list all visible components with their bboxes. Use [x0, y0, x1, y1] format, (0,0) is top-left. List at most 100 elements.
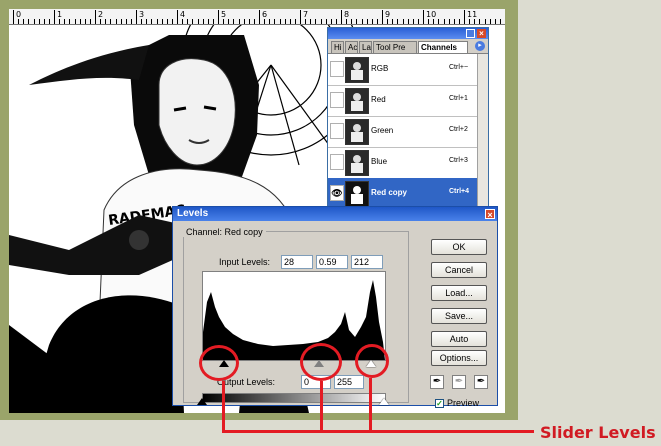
ruler-minor-tick: [192, 19, 194, 24]
visibility-eye-icon[interactable]: [330, 61, 344, 77]
tab-channels[interactable]: Channels: [418, 41, 468, 53]
input-white-field[interactable]: 212: [351, 255, 383, 269]
ruler-minor-tick: [371, 19, 373, 24]
levels-titlebar[interactable]: Levels ×: [173, 207, 497, 221]
ruler-minor-tick: [161, 19, 163, 24]
visibility-eye-icon[interactable]: [330, 123, 344, 139]
ruler-minor-tick: [105, 19, 107, 24]
ruler-minor-tick: [274, 19, 276, 24]
ruler-minor-tick: [100, 19, 102, 24]
ruler-minor-tick: [120, 19, 122, 24]
preview-checkbox[interactable]: ✓: [435, 399, 444, 408]
ruler-minor-tick: [489, 19, 491, 24]
document-frame: 0123456789101112 RADEMAC: [0, 0, 518, 420]
ruler-minor-tick: [269, 19, 271, 24]
ruler-minor-tick: [74, 19, 76, 24]
channel-thumbnail: [345, 181, 369, 207]
ruler-minor-tick: [325, 19, 327, 24]
ruler-minor-tick: [392, 19, 394, 24]
channels-panel-titlebar[interactable]: ×: [328, 28, 488, 39]
ruler-minor-tick: [89, 19, 91, 24]
tab-histogram[interactable]: Hi: [331, 41, 344, 53]
ruler-minor-tick: [433, 19, 435, 24]
white-eyedropper-icon[interactable]: ✒: [474, 375, 488, 389]
ruler-minor-tick: [33, 19, 35, 24]
ruler-minor-tick: [233, 19, 235, 24]
ruler-tick: [13, 10, 14, 24]
ruler-number: 5: [221, 10, 227, 19]
channel-name: Blue: [371, 157, 388, 166]
ruler-number: 0: [16, 10, 22, 19]
ruler-minor-tick: [361, 19, 363, 24]
tab-actions[interactable]: Ac: [345, 41, 358, 53]
ruler-minor-tick: [330, 19, 332, 24]
ruler-minor-tick: [310, 19, 312, 24]
close-icon[interactable]: ×: [485, 209, 495, 220]
ruler-minor-tick: [223, 19, 225, 24]
tab-tool-presets[interactable]: Tool Pre: [373, 41, 417, 53]
visibility-eye-icon[interactable]: [330, 154, 344, 170]
ruler-number: 11: [467, 10, 478, 19]
ruler-tick: [95, 10, 96, 24]
ruler-number: 9: [385, 10, 391, 19]
output-white-slider[interactable]: [379, 398, 389, 405]
ruler-minor-tick: [141, 19, 143, 24]
ruler-minor-tick: [43, 19, 45, 24]
ruler-minor-tick: [59, 19, 61, 24]
callout-line: [222, 430, 534, 433]
ok-button[interactable]: OK: [431, 239, 487, 255]
visibility-eye-icon[interactable]: 👁: [330, 185, 344, 201]
horizontal-ruler: 0123456789101112: [9, 9, 505, 25]
save-button[interactable]: Save...: [431, 308, 487, 324]
load-button[interactable]: Load...: [431, 285, 487, 301]
ruler-minor-tick: [351, 19, 353, 24]
ruler-minor-tick: [182, 19, 184, 24]
callout-line: [222, 381, 225, 433]
black-eyedropper-icon[interactable]: ✒: [430, 375, 444, 389]
channel-row-blue[interactable]: Blue Ctrl+3: [328, 147, 478, 179]
options-button[interactable]: Options...: [431, 350, 487, 366]
channel-select[interactable]: Red copy: [225, 227, 263, 237]
histogram-graph: [203, 280, 385, 360]
channel-list: RGB Ctrl+~ Red Ctrl+1 Green Ctrl+2 Blue …: [328, 54, 478, 211]
panel-tabs: Hi Ac La Tool Pre Channels ▸: [328, 39, 488, 54]
ruler-minor-tick: [212, 19, 214, 24]
ruler-minor-tick: [166, 19, 168, 24]
output-gradient-bar: [202, 393, 386, 403]
output-black-slider[interactable]: [197, 398, 207, 405]
input-black-field[interactable]: 28: [281, 255, 313, 269]
channel-row-red[interactable]: Red Ctrl+1: [328, 85, 478, 117]
cancel-button[interactable]: Cancel: [431, 262, 487, 278]
callout-line: [320, 381, 323, 433]
minimize-icon[interactable]: [466, 29, 475, 38]
close-icon[interactable]: ×: [477, 29, 486, 38]
ruler-tick: [54, 10, 55, 24]
ruler-minor-tick: [484, 19, 486, 24]
ruler-minor-tick: [479, 19, 481, 24]
visibility-eye-icon[interactable]: [330, 92, 344, 108]
ruler-tick: [259, 10, 260, 24]
channel-row-green[interactable]: Green Ctrl+2: [328, 116, 478, 148]
ruler-minor-tick: [146, 19, 148, 24]
ruler-minor-tick: [366, 19, 368, 24]
ruler-minor-tick: [402, 19, 404, 24]
ruler-tick: [464, 10, 465, 24]
auto-button[interactable]: Auto: [431, 331, 487, 347]
channel-thumbnail: [345, 57, 369, 83]
ruler-minor-tick: [346, 19, 348, 24]
dialog-title: Levels: [177, 208, 209, 219]
ruler-minor-tick: [69, 19, 71, 24]
gray-eyedropper-icon[interactable]: ✒: [452, 375, 466, 389]
ruler-minor-tick: [28, 19, 30, 24]
ruler-minor-tick: [412, 19, 414, 24]
channel-list-scrollbar[interactable]: [477, 54, 488, 211]
ruler-minor-tick: [407, 19, 409, 24]
panel-menu-icon[interactable]: ▸: [475, 41, 485, 51]
tab-layers[interactable]: La: [359, 41, 372, 53]
input-levels-label: Input Levels:: [219, 257, 271, 267]
output-white-field[interactable]: 255: [334, 375, 364, 389]
channel-row-rgb[interactable]: RGB Ctrl+~: [328, 54, 478, 86]
callout-circle-gamma-slider: [300, 343, 342, 381]
ruler-minor-tick: [125, 19, 127, 24]
input-gamma-field[interactable]: 0.59: [316, 255, 348, 269]
